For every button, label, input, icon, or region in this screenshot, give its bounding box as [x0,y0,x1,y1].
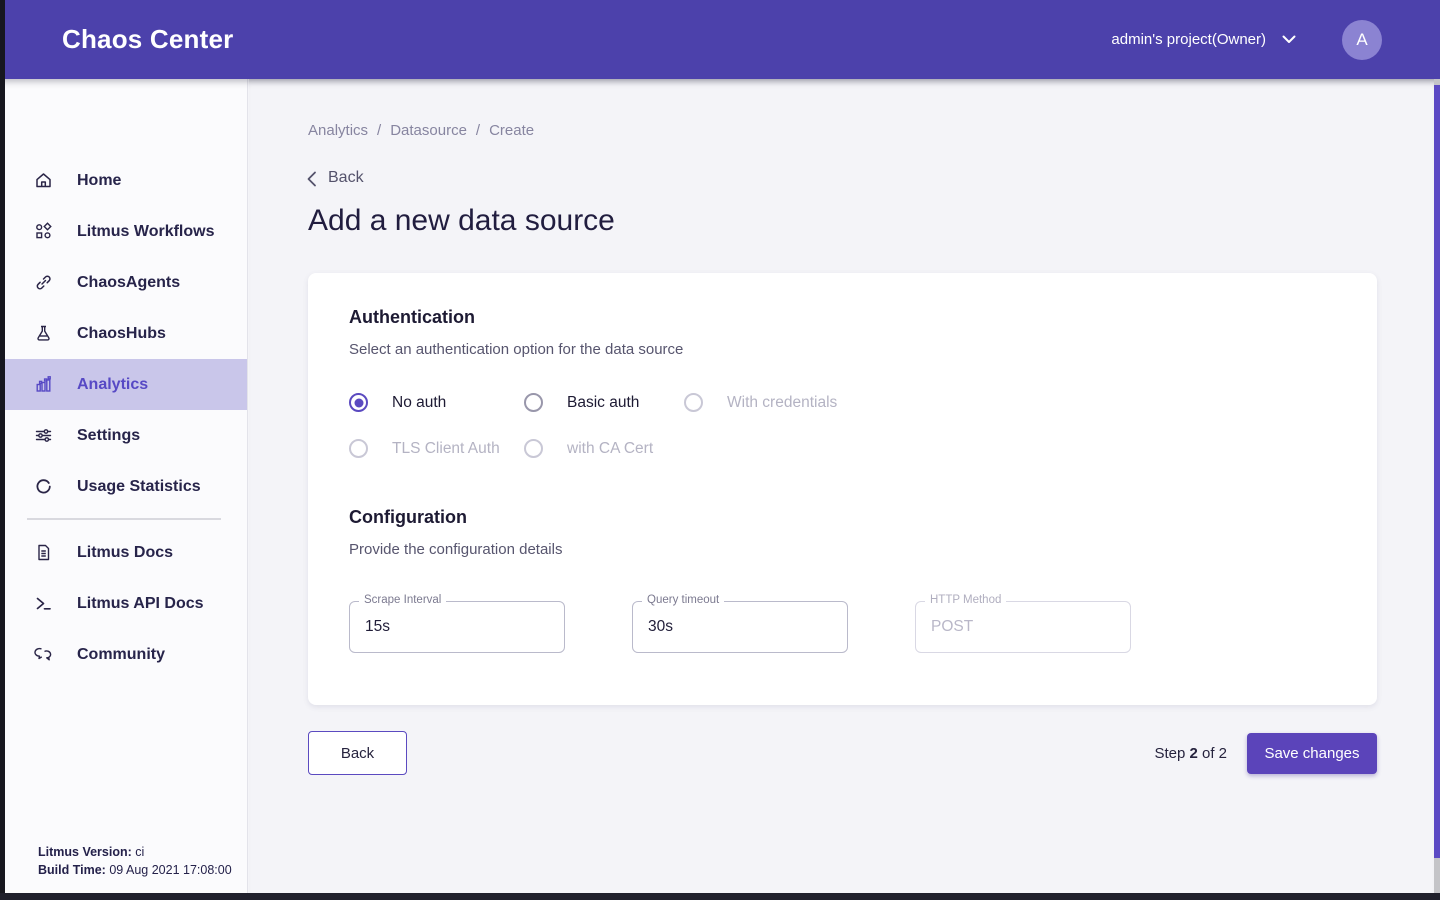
bar-chart-icon [34,375,53,394]
authentication-section-title: Authentication [349,307,1337,328]
radio-label: with CA Cert [567,440,653,458]
scrape-interval-field: Scrape Interval [349,601,565,653]
sidebar-item-label: Litmus API Docs [77,595,204,613]
chevron-left-icon [306,171,320,185]
radio-with-ca-cert: with CA Cert [524,439,653,458]
breadcrumb-separator: / [377,122,381,139]
radio-with-credentials: With credentials [684,393,837,412]
back-link[interactable]: Back [306,169,364,187]
scrollbar-thumb[interactable] [1434,85,1440,858]
sidebar-item-chaoshubs[interactable]: ChaosHubs [5,308,247,359]
main-content: Analytics / Datasource / Create Back Add… [249,79,1434,893]
authentication-section-subtitle: Select an authentication option for the … [349,341,1337,358]
sidebar-item-analytics[interactable]: Analytics [5,359,247,410]
auth-options-row-1: No auth Basic auth With credentials [349,393,1337,412]
auth-options-row-2: TLS Client Auth with CA Cert [349,439,1337,458]
loader-icon [34,477,53,496]
scrape-interval-input[interactable] [350,602,564,652]
page-title: Add a new data source [308,204,615,238]
query-timeout-field: Query timeout [632,601,848,653]
workflows-icon [34,222,53,241]
build-time-line: Build Time: 09 Aug 2021 17:08:00 [38,861,232,879]
sidebar-item-litmus-docs[interactable]: Litmus Docs [5,527,247,578]
sidebar: Home Litmus Workflows ChaosAgents [5,79,248,893]
sidebar-item-label: Litmus Docs [77,544,173,562]
document-icon [34,543,53,562]
sidebar-item-label: Litmus Workflows [77,223,215,241]
project-selector[interactable]: admin's project(Owner) [1111,31,1296,48]
project-selector-label: admin's project(Owner) [1111,31,1266,48]
sidebar-item-community[interactable]: Community [5,629,247,680]
sidebar-item-label: Community [77,646,165,664]
configuration-section-title: Configuration [349,507,1337,528]
breadcrumb-separator: / [476,122,480,139]
back-link-label: Back [328,169,364,187]
litmus-version-line: Litmus Version: ci [38,843,232,861]
flask-icon [34,324,53,343]
chat-bubbles-icon [34,645,53,664]
radio-button-icon[interactable] [349,393,368,412]
sidebar-item-label: Home [77,172,121,190]
radio-label: Basic auth [567,394,639,412]
step-indicator: Step 2 of 2 [1154,745,1227,762]
breadcrumb-create[interactable]: Create [489,122,534,139]
app-header: Chaos Center admin's project(Owner) A [0,0,1440,79]
http-method-field: HTTP Method [915,601,1131,653]
field-label: HTTP Method [925,594,1006,606]
home-icon [34,171,53,190]
radio-button-icon [524,439,543,458]
breadcrumb-analytics[interactable]: Analytics [308,122,368,139]
window-frame-bottom [0,893,1440,900]
sidebar-item-label: Settings [77,427,140,445]
configuration-fields: Scrape Interval Query timeout HTTP Metho… [349,601,1337,653]
version-info: Litmus Version: ci Build Time: 09 Aug 20… [38,843,232,879]
window-frame-left [0,0,5,900]
radio-tls-client-auth: TLS Client Auth [349,439,524,458]
scrollbar-track[interactable] [1434,79,1440,893]
sidebar-item-label: ChaosHubs [77,325,166,343]
breadcrumb-datasource[interactable]: Datasource [390,122,467,139]
sidebar-item-label: ChaosAgents [77,274,180,292]
back-button[interactable]: Back [308,731,407,775]
sidebar-item-settings[interactable]: Settings [5,410,247,461]
radio-basic-auth[interactable]: Basic auth [524,393,684,412]
field-label: Query timeout [642,594,724,606]
http-method-input [916,602,1130,652]
breadcrumb: Analytics / Datasource / Create [308,122,534,139]
avatar-letter: A [1356,30,1367,50]
radio-button-icon[interactable] [524,393,543,412]
datasource-form-card: Authentication Select an authentication … [308,273,1377,705]
avatar[interactable]: A [1342,20,1382,60]
sidebar-item-label: Analytics [77,376,148,394]
sidebar-item-chaosagents[interactable]: ChaosAgents [5,257,247,308]
radio-label: No auth [392,394,446,412]
sidebar-item-litmus-workflows[interactable]: Litmus Workflows [5,206,247,257]
query-timeout-input[interactable] [633,602,847,652]
sidebar-item-usage-statistics[interactable]: Usage Statistics [5,461,247,512]
sliders-icon [34,426,53,445]
form-footer: Back Step 2 of 2 Save changes [308,731,1377,775]
radio-label: With credentials [727,394,837,412]
radio-no-auth[interactable]: No auth [349,393,524,412]
terminal-icon [34,594,53,613]
sidebar-item-home[interactable]: Home [5,155,247,206]
radio-label: TLS Client Auth [392,440,500,458]
chevron-down-icon [1282,35,1296,44]
save-changes-button[interactable]: Save changes [1247,733,1377,774]
configuration-section-subtitle: Provide the configuration details [349,541,1337,558]
link-icon [34,273,53,292]
sidebar-divider [27,518,221,520]
field-label: Scrape Interval [359,594,446,606]
radio-button-icon [349,439,368,458]
radio-button-icon [684,393,703,412]
sidebar-item-label: Usage Statistics [77,478,201,496]
sidebar-item-litmus-api-docs[interactable]: Litmus API Docs [5,578,247,629]
app-title: Chaos Center [62,24,233,55]
